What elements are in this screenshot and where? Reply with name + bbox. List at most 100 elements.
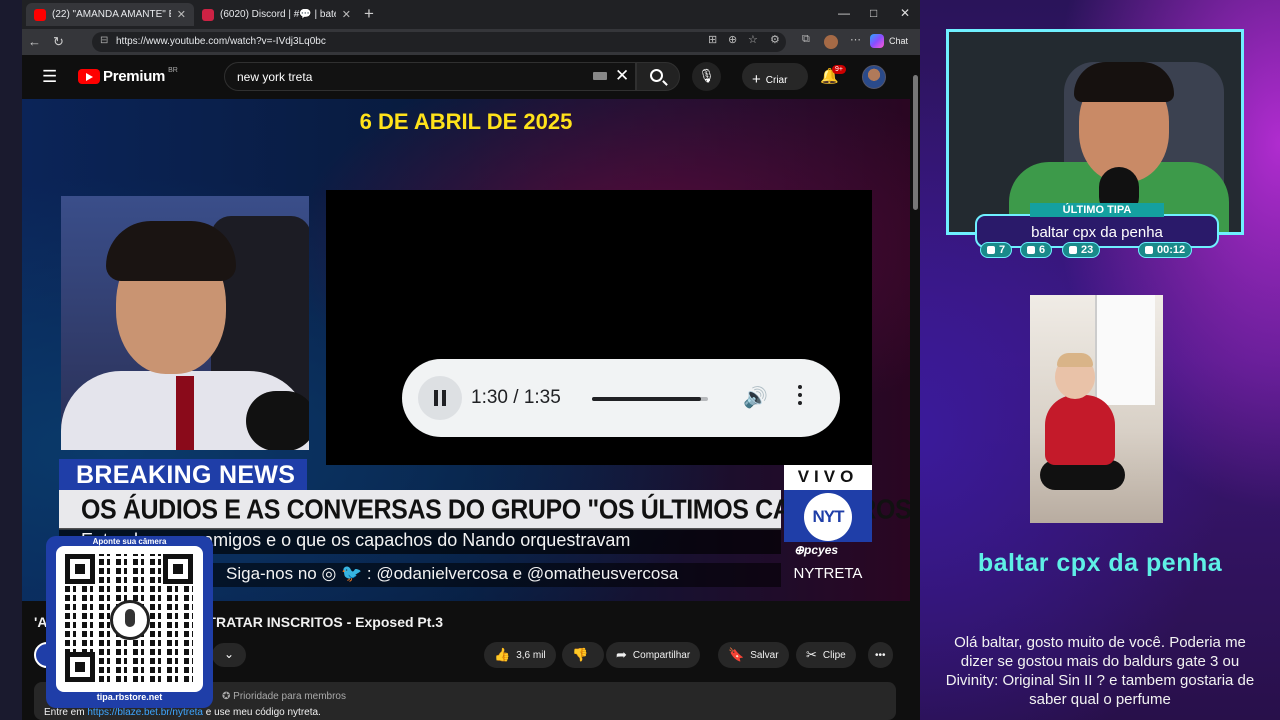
account-avatar[interactable] (862, 65, 886, 89)
page-scrollbar[interactable] (910, 55, 920, 720)
door-shape (1095, 295, 1155, 405)
bookmark-icon: 🔖 (728, 647, 745, 662)
maximize-button[interactable]: □ (870, 6, 877, 20)
volume-icon[interactable]: 🔊 (743, 385, 768, 410)
keyboard-icon[interactable] (593, 72, 607, 80)
create-button[interactable]: + Criar (742, 63, 808, 90)
nyt-logo: NYT (804, 493, 852, 541)
qr-top-text: Aponte sua câmera (92, 537, 167, 546)
stat-timer: 00:12 (1138, 242, 1193, 258)
tip-photo (1030, 295, 1163, 523)
social-handles: Siga-nos no ◎ 🐦 : @odanielvercosa e @oma… (212, 563, 781, 587)
scissors-icon: ✂ (806, 647, 817, 662)
share-button[interactable]: ➦ Compartilhar (606, 642, 701, 668)
save-label: Salvar (750, 649, 779, 661)
audio-progress-bar[interactable] (592, 397, 708, 401)
date-banner: 6 DE ABRIL DE 2025 (359, 109, 573, 134)
live-label: VIVO (784, 465, 872, 490)
last-tip-label: ÚLTIMO TIPA (1030, 203, 1164, 217)
stat-value: 00:12 (1157, 244, 1186, 256)
stat-youtube: 6 (1020, 242, 1053, 258)
copilot-chat-button[interactable]: Chat (870, 34, 908, 48)
url-text: https://www.youtube.com/watch?v=-IVdj3Lq… (116, 36, 326, 47)
save-button[interactable]: 🔖 Salvar (718, 642, 789, 668)
plus-icon: + (752, 71, 761, 88)
url-field[interactable]: ⊟ https://www.youtube.com/watch?v=-IVdj3… (92, 32, 786, 52)
audio-progress-fill (592, 397, 702, 401)
collections-icon[interactable]: ⧉ (802, 33, 810, 46)
qr-overlay: Aponte sua câmera tipa.rbstore.net (46, 536, 213, 708)
qr-finder-pattern (65, 554, 95, 584)
qr-bottom-text: tipa.rbstore.net (96, 692, 163, 702)
nyt-logo-box: NYT (784, 490, 872, 542)
tab-youtube[interactable]: (22) "AMANDA AMANTE" E NANDO ✕ (26, 3, 194, 26)
close-window-button[interactable]: ✕ (900, 6, 910, 20)
channel-tag: NYTRETA (793, 565, 863, 582)
scrollbar-thumb[interactable] (913, 75, 918, 210)
tie-shape (176, 376, 194, 450)
tab-title: (22) "AMANDA AMANTE" E NANDO (52, 9, 171, 20)
new-tab-button[interactable]: + (364, 4, 374, 24)
stream-panel: baltar cpx da penha ÚLTIMO TIPA 7 6 23 0… (920, 0, 1280, 720)
qr-finder-pattern (163, 554, 193, 584)
pause-button[interactable] (418, 376, 462, 420)
baby-hair-shape (1057, 353, 1093, 367)
thumbs-down-icon: 👎 (572, 647, 589, 662)
search-input[interactable]: new york treta ✕ (224, 62, 636, 91)
logo-region: BR (168, 67, 178, 74)
create-label: Criar (765, 75, 788, 86)
stat-value: 23 (1081, 244, 1094, 256)
profile-avatar[interactable] (824, 35, 838, 49)
chat-bubble-icon (987, 246, 995, 254)
youtube-logo[interactable]: Premium BR (78, 67, 178, 85)
apps-icon[interactable]: ⊞ (708, 33, 717, 46)
stat-pix: 23 (1062, 242, 1101, 258)
clip-button[interactable]: ✂ Clipe (796, 642, 856, 668)
notifications-badge: 9+ (832, 65, 846, 74)
microphone-shape (246, 391, 309, 450)
baby-body-shape (1045, 395, 1115, 465)
close-icon[interactable]: ✕ (342, 8, 351, 21)
favorite-star-icon[interactable]: ☆ (748, 33, 758, 46)
site-info-icon[interactable]: ⊟ (100, 35, 108, 46)
menu-icon[interactable]: ☰ (42, 67, 57, 87)
video-player[interactable]: 6 DE ABRIL DE 2025 1:30 / 1:35 🔊 BREAKIN… (22, 99, 910, 601)
member-priority-text: ✪ Prioridade para membros (222, 691, 346, 702)
more-horizontal-icon: ••• (875, 649, 886, 661)
minimize-button[interactable]: — (838, 6, 850, 20)
stat-value: 7 (999, 244, 1006, 256)
like-button[interactable]: 👍 3,6 mil (484, 642, 556, 668)
qr-microphone-icon (110, 600, 150, 640)
extensions-icon[interactable]: ⚙ (770, 33, 780, 46)
tab-discord[interactable]: (6020) Discord | #💬 | bate-papo ✕ (194, 3, 359, 26)
audio-time: 1:30 / 1:35 (471, 387, 561, 408)
description-link[interactable]: https://blaze.bet.br/nytreta (87, 707, 203, 718)
more-options-icon[interactable] (798, 385, 802, 407)
qr-card (56, 546, 203, 692)
tab-bar: (22) "AMANDA AMANTE" E NANDO ✕ (6020) Di… (22, 0, 920, 29)
search-icon (650, 69, 663, 82)
youtube-header: ☰ Premium BR new york treta ✕ 🎙 + Criar 🔔… (22, 55, 920, 99)
description-prefix: Entre em (44, 707, 88, 718)
search-value: new york treta (237, 70, 313, 84)
youtube-icon (1027, 246, 1035, 254)
news-headline: OS ÁUDIOS E AS CONVERSAS DO GRUPO "OS ÚL… (59, 490, 910, 530)
clear-search-icon[interactable]: ✕ (615, 66, 629, 86)
back-icon[interactable]: ← (28, 34, 41, 49)
clip-label: Clipe (822, 649, 846, 661)
search-button[interactable] (636, 62, 680, 91)
reload-icon[interactable]: ↻ (53, 34, 64, 50)
audio-player[interactable]: 1:30 / 1:35 🔊 (402, 359, 840, 437)
qr-finder-pattern (65, 652, 95, 682)
voice-search-button[interactable]: 🎙 (692, 62, 721, 91)
close-icon[interactable]: ✕ (177, 8, 186, 21)
more-menu-icon[interactable]: ⋯ (850, 33, 861, 46)
chevron-down-icon[interactable]: ⌄ (212, 643, 246, 667)
share-icon: ➦ (616, 647, 627, 662)
more-actions-button[interactable]: ••• (868, 642, 893, 668)
stat-chat: 7 (980, 242, 1013, 258)
microphone-icon: 🎙 (698, 68, 715, 83)
dislike-button[interactable]: 👎 (562, 642, 605, 668)
tab-title: (6020) Discord | #💬 | bate-papo (220, 9, 336, 20)
zoom-icon[interactable]: ⊕ (728, 33, 737, 46)
